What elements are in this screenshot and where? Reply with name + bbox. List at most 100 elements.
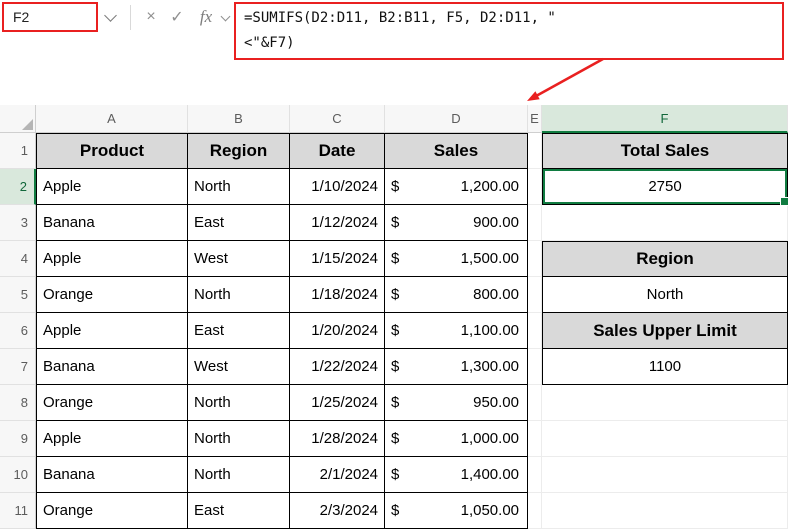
formula-bar-divider bbox=[130, 5, 131, 30]
amount: 950.00 bbox=[473, 394, 519, 411]
column-header-f[interactable]: F bbox=[542, 105, 788, 133]
row-header-7[interactable]: 7 bbox=[0, 349, 36, 385]
cell-d1[interactable]: Sales bbox=[385, 133, 528, 169]
cell-a9[interactable]: Apple bbox=[36, 421, 188, 457]
cell-a6[interactable]: Apple bbox=[36, 313, 188, 349]
cell-b6[interactable]: East bbox=[188, 313, 290, 349]
cell-d2[interactable]: $ 1,200.00 bbox=[385, 169, 528, 205]
column-header-e[interactable]: E bbox=[528, 105, 542, 133]
cell-f10[interactable] bbox=[542, 457, 788, 493]
currency-symbol: $ bbox=[391, 394, 399, 411]
cell-f1[interactable]: Total Sales bbox=[542, 133, 788, 169]
cell-d4[interactable]: $ 1,500.00 bbox=[385, 241, 528, 277]
cell-e4[interactable] bbox=[528, 241, 542, 277]
cell-e10[interactable] bbox=[528, 457, 542, 493]
cell-a3[interactable]: Banana bbox=[36, 205, 188, 241]
cell-b11[interactable]: East bbox=[188, 493, 290, 529]
cell-d6[interactable]: $ 1,100.00 bbox=[385, 313, 528, 349]
cell-c7[interactable]: 1/22/2024 bbox=[290, 349, 385, 385]
row-header-10[interactable]: 10 bbox=[0, 457, 36, 493]
row-header-9[interactable]: 9 bbox=[0, 421, 36, 457]
cell-c3[interactable]: 1/12/2024 bbox=[290, 205, 385, 241]
cell-d11[interactable]: $ 1,050.00 bbox=[385, 493, 528, 529]
fx-chevron-down-icon[interactable] bbox=[221, 12, 231, 22]
row-header-6[interactable]: 6 bbox=[0, 313, 36, 349]
cell-a4[interactable]: Apple bbox=[36, 241, 188, 277]
cell-f6[interactable]: Sales Upper Limit bbox=[542, 313, 788, 349]
cell-c2[interactable]: 1/10/2024 bbox=[290, 169, 385, 205]
row-header-11[interactable]: 11 bbox=[0, 493, 36, 529]
cell-a11[interactable]: Orange bbox=[36, 493, 188, 529]
cell-d9[interactable]: $ 1,000.00 bbox=[385, 421, 528, 457]
formula-input[interactable]: =SUMIFS(D2:D11, B2:B11, F5, D2:D11, "<"&… bbox=[236, 4, 782, 58]
cell-e11[interactable] bbox=[528, 493, 542, 529]
select-all-corner[interactable] bbox=[0, 105, 36, 133]
cell-c6[interactable]: 1/20/2024 bbox=[290, 313, 385, 349]
formula-line-1: =SUMIFS(D2:D11, B2:B11, F5, D2:D11, " bbox=[244, 6, 774, 31]
cell-e3[interactable] bbox=[528, 205, 542, 241]
cell-d8[interactable]: $ 950.00 bbox=[385, 385, 528, 421]
row-header-8[interactable]: 8 bbox=[0, 385, 36, 421]
cell-c8[interactable]: 1/25/2024 bbox=[290, 385, 385, 421]
name-box-chevron-down-icon[interactable] bbox=[104, 9, 117, 22]
cell-f11[interactable] bbox=[542, 493, 788, 529]
cell-f7[interactable]: 1100 bbox=[542, 349, 788, 385]
cell-b3[interactable]: East bbox=[188, 205, 290, 241]
currency-symbol: $ bbox=[391, 286, 399, 303]
cell-f8[interactable] bbox=[542, 385, 788, 421]
cell-f3[interactable] bbox=[542, 205, 788, 241]
row-header-1[interactable]: 1 bbox=[0, 133, 36, 169]
cell-a5[interactable]: Orange bbox=[36, 277, 188, 313]
cell-f5[interactable]: North bbox=[542, 277, 788, 313]
cell-b2[interactable]: North bbox=[188, 169, 290, 205]
cell-c10[interactable]: 2/1/2024 bbox=[290, 457, 385, 493]
cell-c11[interactable]: 2/3/2024 bbox=[290, 493, 385, 529]
amount: 1,300.00 bbox=[461, 358, 519, 375]
row-header-3[interactable]: 3 bbox=[0, 205, 36, 241]
cell-b10[interactable]: North bbox=[188, 457, 290, 493]
cancel-icon[interactable]: × bbox=[138, 2, 164, 32]
cell-b9[interactable]: North bbox=[188, 421, 290, 457]
cell-c1[interactable]: Date bbox=[290, 133, 385, 169]
row-header-4[interactable]: 4 bbox=[0, 241, 36, 277]
column-header-c[interactable]: C bbox=[290, 105, 385, 133]
cell-c9[interactable]: 1/28/2024 bbox=[290, 421, 385, 457]
cell-b4[interactable]: West bbox=[188, 241, 290, 277]
cell-a1[interactable]: Product bbox=[36, 133, 188, 169]
cell-e1[interactable] bbox=[528, 133, 542, 169]
cell-e9[interactable] bbox=[528, 421, 542, 457]
cell-a8[interactable]: Orange bbox=[36, 385, 188, 421]
cell-e2[interactable] bbox=[528, 169, 542, 205]
formula-annotation-rectangle: =SUMIFS(D2:D11, B2:B11, F5, D2:D11, "<"&… bbox=[234, 2, 784, 60]
insert-function-icon[interactable]: fx bbox=[192, 2, 220, 32]
currency-symbol: $ bbox=[391, 430, 399, 447]
cell-a10[interactable]: Banana bbox=[36, 457, 188, 493]
cell-f4[interactable]: Region bbox=[542, 241, 788, 277]
cell-d3[interactable]: $ 900.00 bbox=[385, 205, 528, 241]
cell-e5[interactable] bbox=[528, 277, 542, 313]
cell-e8[interactable] bbox=[528, 385, 542, 421]
cell-c5[interactable]: 1/18/2024 bbox=[290, 277, 385, 313]
cell-d10[interactable]: $ 1,400.00 bbox=[385, 457, 528, 493]
cell-b5[interactable]: North bbox=[188, 277, 290, 313]
cell-c4[interactable]: 1/15/2024 bbox=[290, 241, 385, 277]
cell-b8[interactable]: North bbox=[188, 385, 290, 421]
name-box[interactable]: F2 bbox=[4, 4, 96, 30]
cell-d7[interactable]: $ 1,300.00 bbox=[385, 349, 528, 385]
enter-icon[interactable]: ✓ bbox=[164, 2, 190, 32]
column-header-b[interactable]: B bbox=[188, 105, 290, 133]
cell-a7[interactable]: Banana bbox=[36, 349, 188, 385]
cell-f2-selected[interactable]: 2750 bbox=[542, 169, 788, 205]
cell-e7[interactable] bbox=[528, 349, 542, 385]
column-header-a[interactable]: A bbox=[36, 105, 188, 133]
cell-b1[interactable]: Region bbox=[188, 133, 290, 169]
cell-e6[interactable] bbox=[528, 313, 542, 349]
cell-d5[interactable]: $ 800.00 bbox=[385, 277, 528, 313]
amount: 800.00 bbox=[473, 286, 519, 303]
row-header-5[interactable]: 5 bbox=[0, 277, 36, 313]
cell-b7[interactable]: West bbox=[188, 349, 290, 385]
cell-f9[interactable] bbox=[542, 421, 788, 457]
column-header-d[interactable]: D bbox=[385, 105, 528, 133]
cell-a2[interactable]: Apple bbox=[36, 169, 188, 205]
row-header-2[interactable]: 2 bbox=[0, 169, 36, 205]
